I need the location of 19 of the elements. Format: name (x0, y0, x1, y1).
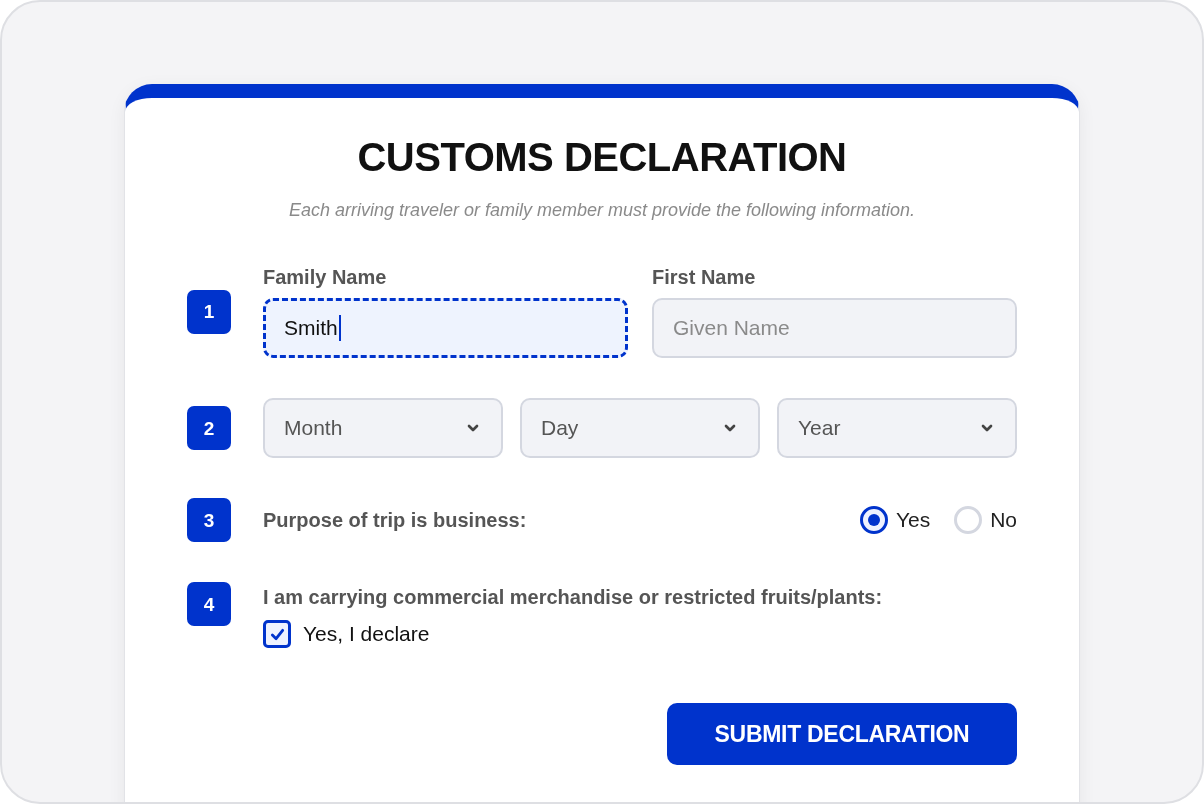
radio-option[interactable]: No (954, 506, 1017, 534)
form-title: CUSTOMS DECLARATION (356, 134, 848, 181)
form-subtitle: Each arriving traveler or family member must provide the following information. (287, 199, 917, 222)
submit-button[interactable]: SUBMIT DECLARATION (667, 703, 1017, 765)
checkbox-option[interactable]: Yes, I declare (263, 620, 430, 648)
text-field[interactable]: Smith (263, 298, 628, 358)
step-number: 1 (187, 289, 231, 334)
select-field[interactable]: Year (777, 398, 1017, 458)
select-field[interactable]: Month (263, 398, 503, 458)
step-number: 3 (187, 498, 231, 542)
text-cursor-icon (338, 315, 341, 341)
step-number: 2 (187, 406, 231, 450)
radio-option[interactable]: Yes (859, 506, 931, 534)
field-label: Family Name (263, 265, 388, 289)
question-text: I am carrying commercial merchandise or restricted fruits/plants: (263, 585, 884, 609)
step-number: 4 (187, 582, 231, 626)
field-label: First Name (652, 265, 757, 289)
select-field[interactable]: Day (520, 398, 760, 458)
question-text: Purpose of trip is business: (263, 508, 527, 532)
